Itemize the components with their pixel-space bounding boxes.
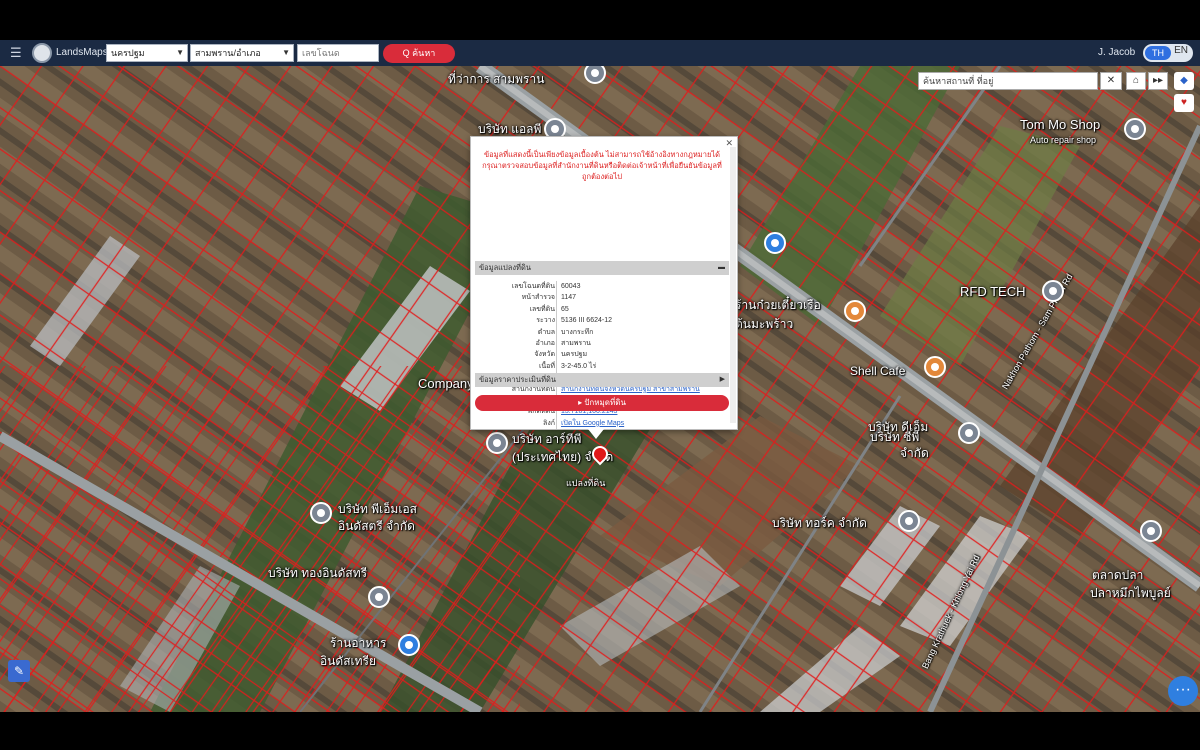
parcel-detail-row: อำเภอ สามพราน: [475, 338, 729, 349]
parcel-detail-row: ตำบล บางกระทึก: [475, 327, 729, 338]
menu-icon[interactable]: ☰: [10, 40, 22, 66]
poi-marker-icon[interactable]: [1124, 118, 1146, 140]
parcel-detail-row: ระวาง 5136 III 6624-12: [475, 315, 729, 326]
section-title: ข้อมูลราคาประเมินที่ดิน: [479, 375, 557, 384]
map-label: ที่ว่าการ สามพราน: [448, 72, 545, 86]
expand-icon: ▶: [719, 376, 725, 383]
poi-marker-icon[interactable]: [958, 422, 980, 444]
search-button[interactable]: Q ค้นหา: [383, 44, 455, 63]
province-select[interactable]: นครปฐม ▼: [106, 44, 188, 62]
shop-marker-icon[interactable]: [398, 634, 420, 656]
parcel-number-input[interactable]: เลขโฉนด: [297, 44, 379, 62]
chevron-down-icon: ▼: [282, 48, 290, 57]
top-toolbar: ☰ LandsMaps นครปฐม ▼ สามพราน/อำเภอ ▼ เลขโฉ…: [0, 40, 1200, 66]
section-title: ข้อมูลแปลงที่ดิน: [479, 263, 531, 272]
map-label: จำกัด: [900, 446, 929, 460]
map-canvas[interactable]: ที่ว่าการ สามพราน บริษัท แอลพี Tom Mo Sh…: [0, 66, 1200, 712]
poi-marker-icon[interactable]: [898, 510, 920, 532]
detail-key: ตำบล: [537, 328, 555, 336]
map-label: ร้านก๋วยเตี๋ยวเรือ: [735, 298, 821, 312]
detail-value: สามพราน: [561, 339, 591, 347]
map-label: บริษัท ทอร์ค จำกัด: [772, 516, 867, 530]
map-label: อินดัสตรี จำกัด: [338, 519, 415, 533]
bank-marker-icon[interactable]: [764, 232, 786, 254]
compass-button[interactable]: ◆: [1174, 72, 1194, 90]
detail-key: หน้าสำรวจ: [521, 294, 555, 302]
app-brand: LandsMaps: [56, 47, 108, 58]
detail-key: ลิงก์: [543, 419, 555, 427]
detail-value: 1147: [561, 294, 577, 302]
detail-key: ระวาง: [536, 317, 555, 325]
parcel-detail-row: เลขที่ดิน 65: [475, 304, 729, 315]
map-label: บริษัท อาร์ทีพี: [512, 432, 582, 446]
map-label: ร้านอาหาร: [330, 636, 387, 650]
poi-marker-icon[interactable]: [486, 432, 508, 454]
map-search-input[interactable]: ค้นหาสถานที่ ที่อยู่: [918, 72, 1098, 90]
home-button[interactable]: ⌂: [1126, 72, 1146, 90]
province-value: นครปฐม: [111, 48, 145, 58]
poi-marker-icon[interactable]: [1140, 520, 1162, 542]
parcel-detail-row: เลขโฉนดที่ดิน 60043: [475, 281, 729, 292]
parcel-info-popup: ✕ ข้อมูลที่แสดงนี้เป็นเพียงข้อมูลเบื้องต…: [470, 136, 738, 430]
detail-value: 5136 III 6624-12: [561, 317, 612, 325]
detail-value: 3-2-45.0 ไร่: [561, 362, 597, 370]
detail-key: เลขโฉนดที่ดิน: [511, 283, 555, 290]
section-parcel-info[interactable]: ข้อมูลแปลงที่ดิน ▬: [475, 261, 729, 275]
detail-value: 60043: [561, 283, 581, 290]
detail-value: 65: [561, 305, 569, 313]
map-label: บริษัท ทองอินดัสทรี: [268, 566, 368, 580]
pin-parcel-button[interactable]: ▸ ปักหมุดที่ดิน: [475, 395, 729, 411]
cafe-marker-icon[interactable]: [924, 356, 946, 378]
language-toggle[interactable]: TH EN: [1143, 44, 1193, 62]
disclaimer-text: ข้อมูลที่แสดงนี้เป็นเพียงข้อมูลเบื้องต้น…: [482, 150, 722, 181]
map-label: ตลาดปลา: [1092, 568, 1144, 582]
map-label: Shell Cafe: [850, 364, 906, 378]
language-toggle-alt: EN: [1174, 45, 1188, 56]
map-label: อินดัสเทรีย: [320, 654, 377, 668]
detail-value: บางกระทึก: [561, 328, 594, 336]
map-label: ปลาหมึกไพบูลย์: [1090, 586, 1171, 600]
map-label: RFD TECH: [960, 284, 1026, 299]
detail-key: เลขที่ดิน: [529, 305, 555, 313]
draw-tool-icon[interactable]: ✎: [8, 660, 30, 682]
clear-search-button[interactable]: ✕: [1100, 72, 1122, 90]
language-toggle-active: TH: [1145, 46, 1171, 60]
detail-key: เนื้อที่: [539, 362, 555, 370]
restaurant-marker-icon[interactable]: [844, 300, 866, 322]
detail-value: นครปฐม: [561, 351, 588, 359]
detail-key: อำเภอ: [535, 339, 555, 347]
chevron-down-icon: ▼: [176, 48, 184, 57]
poi-marker-icon[interactable]: [310, 502, 332, 524]
parcel-detail-row: หน้าสำรวจ 1147: [475, 292, 729, 303]
district-value: สามพราน/อำเภอ: [195, 48, 261, 58]
detail-value[interactable]: เปิดใน Google Maps: [561, 418, 729, 429]
map-label: ต้นมะพร้าว: [735, 317, 794, 331]
pin-label: แปลงที่ดิน: [566, 478, 606, 488]
layers-button[interactable]: ▸▸: [1148, 72, 1168, 90]
parcel-detail-row: ลิงก์ เปิดใน Google Maps: [475, 418, 729, 429]
map-label: Tom Mo Shop: [1020, 117, 1101, 132]
poi-marker-icon[interactable]: [1042, 280, 1064, 302]
app-logo-icon: [32, 43, 52, 63]
more-options-button[interactable]: ···: [1168, 676, 1198, 706]
popup-scrollbar[interactable]: [730, 147, 736, 423]
parcel-detail-row: เนื้อที่ 3-2-45.0 ไร่: [475, 361, 729, 372]
collapse-icon: ▬: [718, 264, 725, 271]
parcel-detail-row: จังหวัด นครปฐม: [475, 349, 729, 360]
map-label: Auto repair shop: [1030, 135, 1097, 145]
user-name[interactable]: J. Jacob: [1098, 40, 1135, 66]
district-select[interactable]: สามพราน/อำเภอ ▼: [190, 44, 294, 62]
poi-marker-icon[interactable]: [368, 586, 390, 608]
detail-key: จังหวัด: [534, 351, 555, 359]
map-label: Company: [418, 376, 474, 391]
section-price-info[interactable]: ข้อมูลราคาประเมินที่ดิน ▶: [475, 373, 729, 387]
popup-pointer: [588, 429, 604, 439]
favorite-heart-icon[interactable]: ♥: [1174, 94, 1194, 112]
